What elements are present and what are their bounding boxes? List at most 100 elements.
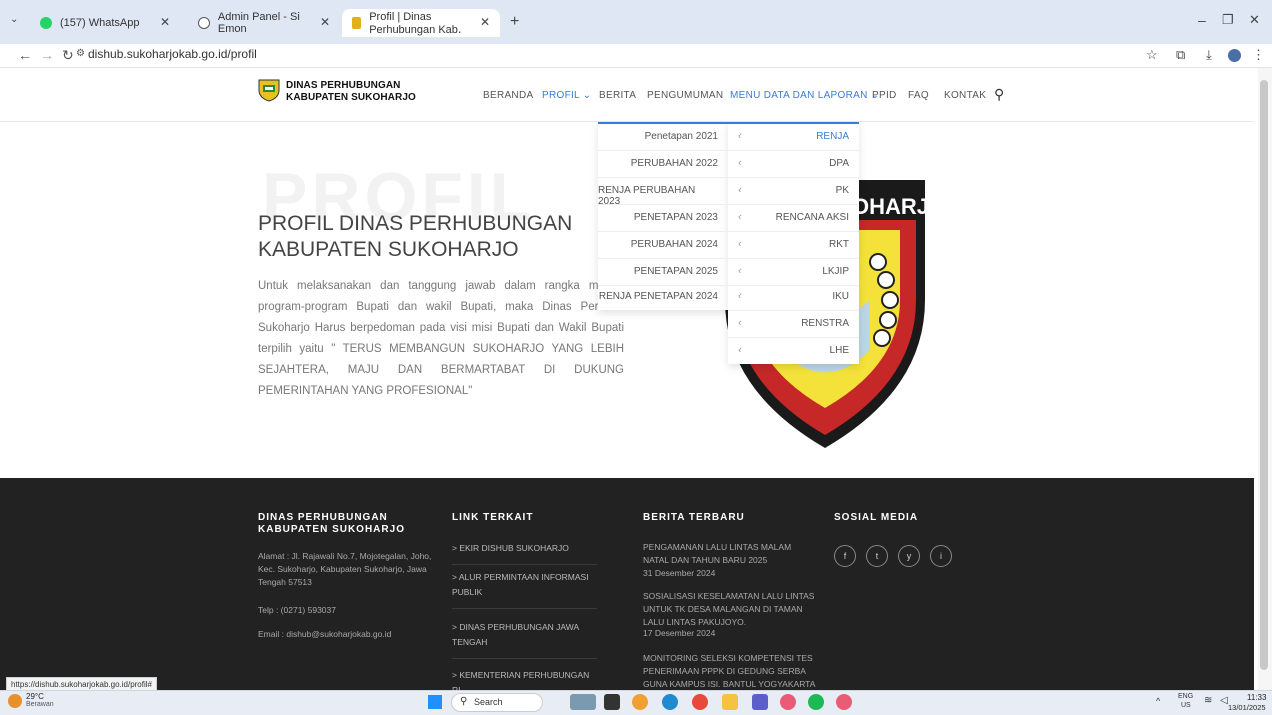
nav-profil[interactable]: PROFIL ⌄ — [542, 90, 591, 101]
minimize-button[interactable]: – — [1198, 12, 1206, 28]
menu-icon[interactable]: ⋮ — [1252, 47, 1265, 63]
profile-avatar[interactable] — [1228, 49, 1241, 62]
menu-label: RENJA — [816, 131, 849, 142]
menu-item-renstra[interactable]: ‹ RENSTRA — [728, 311, 859, 338]
submenu-label: PENETAPAN 2025 — [633, 266, 718, 277]
file-explorer-icon[interactable] — [722, 694, 738, 710]
footer-link[interactable]: > EKIR DISHUB SUKOHARJO — [452, 541, 597, 565]
close-icon[interactable]: ✕ — [480, 15, 490, 29]
close-icon[interactable]: ✕ — [160, 15, 170, 29]
menu-label: RENSTRA — [801, 318, 849, 329]
chevron-left-icon: ‹ — [738, 290, 742, 302]
task-view-icon[interactable] — [604, 694, 620, 710]
language-indicator[interactable]: ENG — [1178, 693, 1193, 700]
menu-label: RKT — [829, 239, 849, 250]
news-title[interactable]: SOSIALISASI KESELAMATAN LALU LINTAS UNTU… — [643, 590, 818, 629]
chrome-icon[interactable] — [692, 694, 708, 710]
volume-icon[interactable]: ◁ — [1220, 695, 1228, 706]
close-icon[interactable]: ✕ — [320, 15, 330, 29]
search-icon[interactable]: ⚲ — [994, 86, 1004, 103]
news-title[interactable]: MONITORING SELEKSI KOMPETENSI TES PENERI… — [643, 652, 818, 691]
taskbar-search-label: Search — [474, 697, 503, 707]
app-icon[interactable] — [780, 694, 796, 710]
nav-pengumuman[interactable]: PENGUMUMAN — [647, 90, 723, 101]
chevron-left-icon: ‹ — [738, 317, 742, 329]
url-field[interactable]: dishub.sukoharjokab.go.id/profil — [88, 47, 257, 61]
menu-item-rencana-aksi[interactable]: ‹ RENCANA AKSI — [728, 205, 859, 232]
youtube-icon[interactable]: y — [898, 545, 920, 567]
submenu-label: PERUBAHAN 2022 — [630, 158, 718, 169]
nav-faq[interactable]: FAQ — [908, 90, 929, 101]
app-icon[interactable] — [836, 694, 852, 710]
forward-icon[interactable]: → — [40, 47, 54, 63]
widgets-icon[interactable] — [570, 694, 596, 710]
submenu-item[interactable]: PENETAPAN 2023 — [598, 205, 728, 232]
news-date: 31 Desember 2024 — [643, 568, 716, 578]
twitter-icon[interactable]: t — [866, 545, 888, 567]
close-window-button[interactable]: ✕ — [1249, 12, 1260, 28]
search-icon: ⚲ — [460, 696, 468, 707]
nav-berita[interactable]: BERITA — [599, 90, 636, 101]
weather-desc: Berawan — [26, 701, 54, 708]
site-info-icon[interactable]: ⚙ — [76, 48, 85, 59]
tab-profil[interactable]: Profil | Dinas Perhubungan Kab․ ✕ — [342, 9, 500, 37]
submenu-item[interactable]: Penetapan 2021 — [598, 124, 728, 151]
whatsapp-icon — [40, 17, 52, 29]
menu-item-iku[interactable]: ‹ IKU — [728, 284, 859, 311]
reload-icon[interactable]: ↻ — [62, 47, 74, 64]
menu-item-renja[interactable]: ‹ RENJA — [728, 124, 859, 151]
brand-line2: KABUPATEN SUKOHARJO — [286, 92, 416, 103]
submenu-item[interactable]: PERUBAHAN 2022 — [598, 151, 728, 178]
nav-ppid[interactable]: PPID — [872, 90, 897, 101]
chevron-left-icon: ‹ — [738, 238, 742, 250]
extensions-icon[interactable]: ⧉ — [1176, 47, 1185, 63]
language-region: US — [1181, 702, 1191, 709]
instagram-icon[interactable]: i — [930, 545, 952, 567]
tray-chevron-icon[interactable]: ^ — [1156, 696, 1160, 706]
edge-icon[interactable] — [662, 694, 678, 710]
nav-menu-data-laporan[interactable]: MENU DATA DAN LAPORAN ⌄ — [730, 90, 879, 101]
chevron-left-icon: ‹ — [738, 265, 742, 277]
news-title[interactable]: PENGAMANAN LALU LINTAS MALAM NATAL DAN T… — [643, 541, 813, 567]
weather-icon[interactable] — [8, 694, 22, 708]
menu-item-lhe[interactable]: ‹ LHE — [728, 338, 859, 365]
download-icon[interactable]: ⤓ — [1206, 47, 1212, 63]
menu-item-rkt[interactable]: ‹ RKT — [728, 232, 859, 259]
submenu-item[interactable]: PENETAPAN 2025 — [598, 259, 728, 286]
restore-button[interactable]: ❐ — [1222, 12, 1234, 28]
menu-label: RENCANA AKSI — [775, 212, 849, 223]
scrollbar-thumb[interactable] — [1260, 80, 1268, 670]
teams-icon[interactable] — [752, 694, 768, 710]
spotify-icon[interactable] — [808, 694, 824, 710]
globe-icon — [198, 17, 210, 29]
menu-label: LHE — [829, 345, 849, 356]
nav-kontak[interactable]: KONTAK — [944, 90, 986, 101]
submenu-item[interactable]: RENJA PERUBAHAN 2023 — [598, 178, 728, 207]
browser-tab-bar: (157) WhatsApp ✕ Admin Panel - Si Emon ✕… — [0, 0, 1272, 44]
footer-link[interactable]: > ALUR PERMINTAAN INFORMASI PUBLIK — [452, 570, 597, 609]
footer-col1-heading2: KABUPATEN SUKOHARJO — [258, 524, 405, 535]
facebook-icon[interactable]: f — [834, 545, 856, 567]
new-tab-button[interactable]: + — [510, 13, 519, 31]
back-icon[interactable]: ← — [18, 47, 32, 63]
tab-whatsapp[interactable]: (157) WhatsApp ✕ — [30, 9, 180, 37]
footer-link[interactable]: > DINAS PERHUBUNGAN JAWA TENGAH — [452, 620, 597, 659]
clock-time[interactable]: 11:33 — [1247, 693, 1266, 702]
menu-item-dpa[interactable]: ‹ DPA — [728, 151, 859, 178]
photos-icon[interactable] — [632, 694, 648, 710]
dishub-logo[interactable] — [258, 78, 280, 102]
taskbar-search[interactable]: ⚲ Search — [451, 693, 543, 712]
submenu-label: PENETAPAN 2023 — [633, 212, 718, 223]
tab-admin-panel[interactable]: Admin Panel - Si Emon ✕ — [188, 9, 340, 37]
submenu-item[interactable]: PERUBAHAN 2024 — [598, 232, 728, 259]
wifi-icon[interactable]: ≋ — [1204, 695, 1212, 706]
menu-item-pk[interactable]: ‹ PK — [728, 178, 859, 205]
nav-beranda[interactable]: BERANDA — [483, 90, 533, 101]
menu-item-lkjip[interactable]: ‹ LKJIP — [728, 259, 859, 286]
tab-label: (157) WhatsApp — [60, 17, 140, 29]
tab-search-icon[interactable]: ⌄ — [10, 14, 18, 25]
bookmark-star-icon[interactable]: ☆ — [1146, 47, 1158, 63]
footer-col1-heading1: DINAS PERHUBUNGAN — [258, 512, 388, 523]
submenu-item[interactable]: RENJA PENETAPAN 2024 — [598, 284, 728, 311]
windows-start-icon[interactable] — [428, 695, 442, 709]
